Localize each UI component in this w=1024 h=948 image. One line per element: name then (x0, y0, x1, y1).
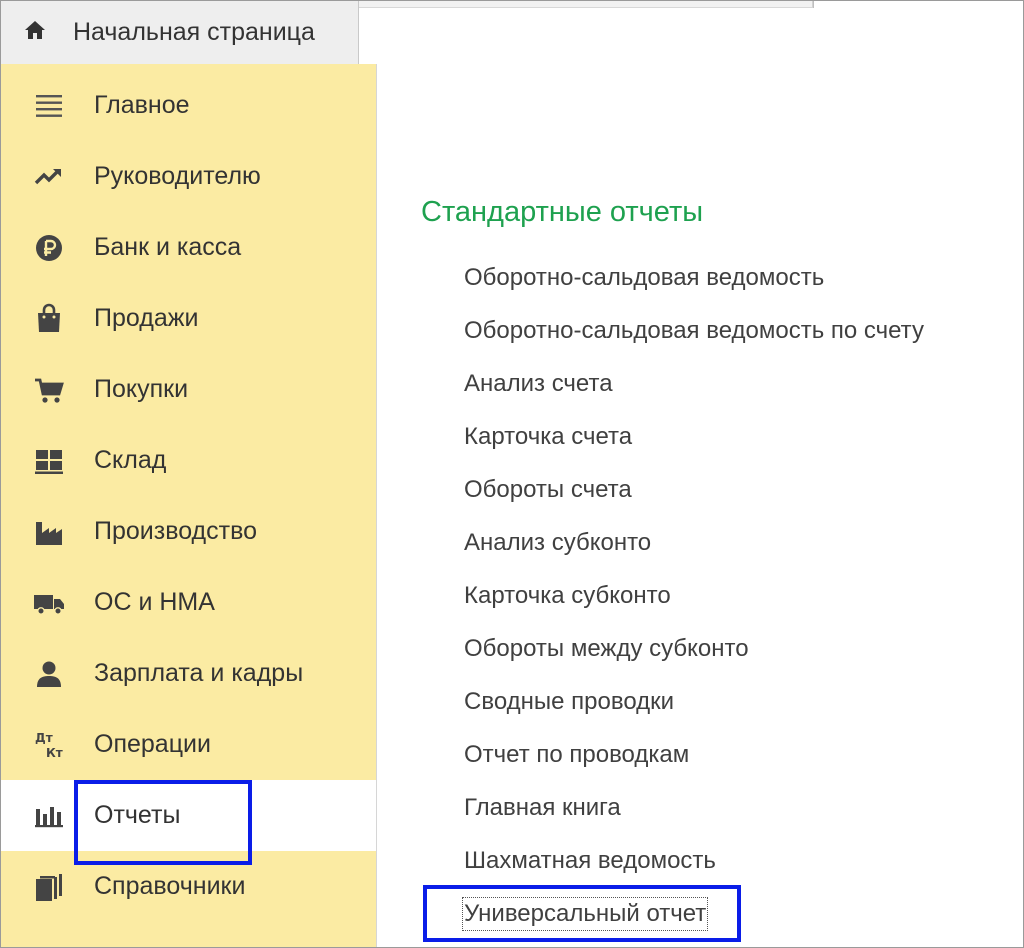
bar-chart-icon (31, 798, 67, 834)
truck-icon (31, 585, 67, 621)
main-content: Стандартные отчеты Оборотно-сальдовая ве… (377, 8, 1023, 947)
sidebar-item-label: Покупки (94, 375, 189, 403)
sidebar: Главное Руководителю Банк и касса Продаж… (1, 64, 377, 947)
sidebar-item-label: Справочники (94, 872, 246, 900)
sidebar-item-label: Склад (94, 446, 167, 474)
debit-credit-icon: Дт Кт (31, 727, 67, 763)
sidebar-item-label: Главное (94, 91, 190, 119)
report-link[interactable]: Карточка счета (464, 422, 632, 452)
sidebar-item-reports[interactable]: Отчеты (1, 780, 376, 851)
report-link-universal[interactable]: Универсальный отчет (461, 897, 709, 931)
sidebar-item-salary[interactable]: Зарплата и кадры (1, 638, 376, 709)
report-link[interactable]: Отчет по проводкам (464, 740, 689, 770)
report-link[interactable]: Главная книга (464, 793, 621, 823)
tab-home[interactable]: Начальная страница (1, 1, 359, 64)
factory-icon (31, 514, 67, 550)
debit-label: Дт (35, 731, 53, 745)
sidebar-item-sales[interactable]: Продажи (1, 283, 376, 354)
report-link[interactable]: Анализ счета (464, 369, 613, 399)
person-icon (31, 656, 67, 692)
sidebar-item-manager[interactable]: Руководителю (1, 141, 376, 212)
sidebar-item-purchases[interactable]: Покупки (1, 354, 376, 425)
warehouse-grid-icon (31, 443, 67, 479)
sidebar-item-label: Руководителю (94, 162, 261, 190)
app-window: Начальная страница Главное Руководителю … (0, 0, 1024, 948)
sidebar-item-label: ОС и НМА (94, 588, 215, 616)
credit-label: Кт (46, 746, 63, 760)
ruble-coin-icon (31, 230, 67, 266)
trend-up-icon (31, 159, 67, 195)
tab-strip-space (813, 1, 1023, 8)
sidebar-item-label: Банк и касса (94, 233, 242, 261)
report-link[interactable]: Анализ субконто (464, 528, 651, 558)
sidebar-item-warehouse[interactable]: Склад (1, 425, 376, 496)
sidebar-item-main[interactable]: Главное (1, 70, 376, 141)
cart-icon (31, 372, 67, 408)
sidebar-item-label: Продажи (94, 304, 199, 332)
sidebar-item-directories[interactable]: Справочники (1, 851, 376, 922)
report-link[interactable]: Обороты счета (464, 475, 632, 505)
sidebar-item-label: Зарплата и кадры (94, 659, 304, 687)
shopping-bag-icon (31, 301, 67, 337)
report-link[interactable]: Оборотно-сальдовая ведомость по счету (464, 316, 924, 346)
section-title: Стандартные отчеты (421, 196, 704, 228)
report-link[interactable]: Шахматная ведомость (464, 846, 716, 876)
sidebar-item-bank[interactable]: Банк и касса (1, 212, 376, 283)
books-icon (31, 869, 67, 905)
sidebar-item-operations[interactable]: Дт Кт Операции (1, 709, 376, 780)
report-link[interactable]: Сводные проводки (464, 687, 674, 717)
report-link[interactable]: Обороты между субконто (464, 634, 749, 664)
report-link[interactable]: Оборотно-сальдовая ведомость (464, 263, 824, 293)
sidebar-item-label: Производство (94, 517, 258, 545)
tab-home-label: Начальная страница (73, 18, 315, 46)
sidebar-item-label: Отчеты (94, 801, 181, 829)
sidebar-item-label: Операции (94, 730, 211, 758)
menu-lines-icon (31, 88, 67, 124)
tab-empty[interactable] (359, 1, 813, 8)
sidebar-item-production[interactable]: Производство (1, 496, 376, 567)
report-link[interactable]: Карточка субконто (464, 581, 671, 611)
sidebar-item-assets[interactable]: ОС и НМА (1, 567, 376, 638)
home-icon (23, 18, 47, 47)
